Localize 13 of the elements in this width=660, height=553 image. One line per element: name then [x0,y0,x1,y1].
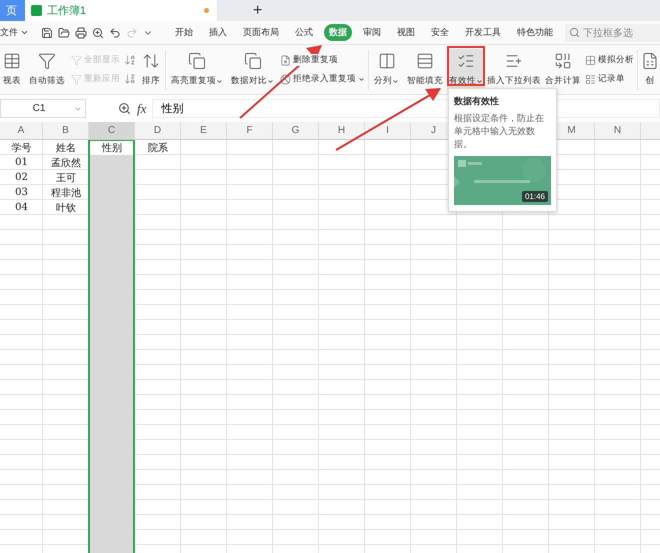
table-cell-text: 04 [14,201,29,215]
table-cell-text: 叶钦 [55,202,77,215]
table-cell-text: 01 [14,156,29,170]
table-cell-text: 性别 [100,142,123,155]
table-cell-text: 03 [14,186,29,200]
table-cell-text: 孟欣然 [50,156,82,170]
table-cell-text: 院系 [147,142,169,155]
table-cell-text: 学号 [10,142,32,155]
table-cell-text: 姓名 [55,142,77,155]
table-cell-text: 程非池 [50,186,82,200]
table-cell-text: 王可 [55,172,77,185]
video-duration: 01:46 [522,191,548,202]
table-cell-text: 02 [14,171,29,185]
